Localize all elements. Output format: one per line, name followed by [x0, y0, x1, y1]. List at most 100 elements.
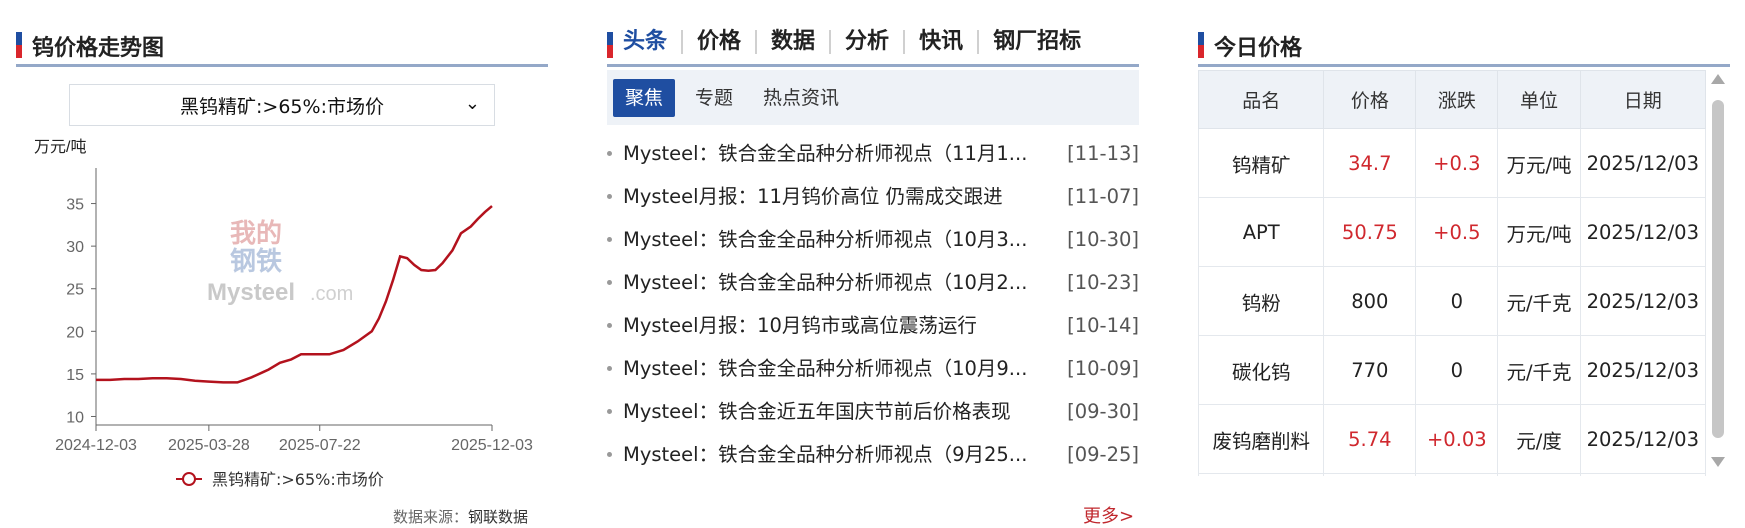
news-date: [09-25]	[1067, 443, 1139, 466]
cell-name[interactable]: 钨粉	[1198, 266, 1325, 336]
cell-unit: 元/度	[1497, 404, 1581, 474]
news-title-link[interactable]: Mysteel：铁合金全品种分析师视点（10月9...	[623, 347, 1028, 390]
y-tick-label: 35	[66, 197, 84, 214]
cell-change: +0.5	[1415, 197, 1499, 267]
y-tick-label: 30	[66, 239, 84, 256]
y-axis-unit: 万元/吨	[34, 138, 86, 156]
watermark-text: 我的	[230, 218, 282, 249]
empty-cell	[1579, 473, 1706, 476]
news-date: [10-23]	[1067, 271, 1139, 294]
news-date: [10-30]	[1067, 228, 1139, 251]
scroll-down-arrow-icon[interactable]	[1711, 457, 1725, 467]
tab-1[interactable]: 价格	[681, 30, 755, 54]
list-item: Mysteel月报：11月钨价高位 仍需成交跟进 [11-07]	[607, 175, 1139, 218]
price-trend-chart: 万元/吨我的钢铁Mysteel .com 10 15 20 25 30 35 2024-12-0…	[34, 138, 533, 489]
table-scrollbar[interactable]	[1708, 70, 1728, 476]
news-date: [11-07]	[1067, 185, 1139, 208]
tab-3[interactable]: 分析	[829, 30, 903, 54]
news-title-link[interactable]: Mysteel：铁合金全品种分析师视点（10月2...	[623, 261, 1028, 304]
y-tick-label: 25	[66, 282, 84, 299]
section-accent-bar	[607, 32, 613, 58]
news-title-link[interactable]: Mysteel：铁合金全品种分析师视点（11月1...	[623, 132, 1028, 175]
subtab-hot-news[interactable]: 热点资讯	[763, 79, 839, 117]
cell-date: 2025/12/03	[1579, 266, 1706, 336]
cell-name[interactable]: APT	[1198, 197, 1325, 267]
tab-4[interactable]: 快讯	[903, 30, 977, 54]
table-row: 钨精矿 34.7 +0.3 万元/吨 2025/12/03	[1198, 128, 1706, 198]
product-select[interactable]: 黑钨精矿:>65%:市场价 ⌄	[69, 84, 495, 126]
list-item: Mysteel：铁合金全品种分析师视点（9月25... [09-25]	[607, 433, 1139, 476]
cell-unit: 元/千克	[1497, 266, 1581, 336]
product-select-value: 黑钨精矿:>65%:市场价	[180, 95, 384, 118]
bullet-icon	[607, 323, 612, 328]
watermark-logo: Mysteel	[207, 279, 295, 306]
bullet-icon	[607, 237, 612, 242]
news-title-link[interactable]: Mysteel：铁合金全品种分析师视点（9月25...	[623, 433, 1028, 476]
empty-cell	[1415, 473, 1499, 476]
empty-cell	[1198, 473, 1325, 476]
data-source: 数据来源：钢联数据	[393, 506, 528, 527]
scroll-thumb[interactable]	[1712, 100, 1724, 438]
table-row: 碳化钨 770 0 元/千克 2025/12/03	[1198, 335, 1706, 405]
bullet-icon	[607, 409, 612, 414]
prices-title: 今日价格	[1214, 36, 1303, 61]
table-row	[1198, 473, 1706, 476]
table-row: APT 50.75 +0.5 万元/吨 2025/12/03	[1198, 197, 1706, 267]
column-header: 涨跌	[1415, 70, 1499, 129]
empty-cell	[1497, 473, 1581, 476]
column-header: 品名	[1198, 70, 1325, 129]
cell-change: +0.3	[1415, 128, 1499, 198]
column-header: 价格	[1323, 70, 1417, 129]
news-title-link[interactable]: Mysteel：铁合金全品种分析师视点（10月3...	[623, 218, 1028, 261]
watermark-logo: .com	[310, 283, 353, 305]
list-item: Mysteel：铁合金全品种分析师视点（11月1... [11-13]	[607, 132, 1139, 175]
cell-change: +0.03	[1415, 404, 1499, 474]
cell-date: 2025/12/03	[1579, 128, 1706, 198]
bullet-icon	[607, 452, 612, 457]
subtab-focus[interactable]: 聚焦	[613, 79, 676, 117]
legend-label: 黑钨精矿:>65%:市场价	[212, 470, 384, 489]
section-accent-bar	[1198, 32, 1204, 58]
news-title-link[interactable]: Mysteel：铁合金近五年国庆节前后价格表现	[623, 390, 1028, 433]
cell-name[interactable]: 钨精矿	[1198, 128, 1325, 198]
bullet-icon	[607, 151, 612, 156]
news-title-link[interactable]: Mysteel月报：11月钨价高位 仍需成交跟进	[623, 175, 1028, 218]
bullet-icon	[607, 366, 612, 371]
tab-5[interactable]: 钢厂招标	[977, 30, 1095, 54]
cell-unit: 万元/吨	[1497, 128, 1581, 198]
bullet-icon	[607, 194, 612, 199]
more-link[interactable]: 更多>	[1083, 502, 1134, 528]
tab-2[interactable]: 数据	[755, 30, 829, 54]
x-tick-label: 2025-03-28	[168, 437, 250, 454]
cell-unit: 元/千克	[1497, 335, 1581, 405]
price-table-container: 品名 价格 涨跌 单位 日期 钨精矿 34.7 +0.3 万元/吨 2025/12/03 APT 5…	[1198, 70, 1706, 476]
list-item: Mysteel：铁合金全品种分析师视点（10月2... [10-23]	[607, 261, 1139, 304]
column-header: 日期	[1579, 70, 1706, 129]
news-list: Mysteel：铁合金全品种分析师视点（11月1... [11-13] Mystee…	[607, 132, 1139, 476]
cell-name[interactable]: 废钨磨削料	[1198, 404, 1325, 474]
section-accent-bar	[16, 32, 22, 58]
table-row: 钨粉 800 0 元/千克 2025/12/03	[1198, 266, 1706, 336]
tab-0[interactable]: 头条	[623, 30, 681, 54]
list-item: Mysteel：铁合金全品种分析师视点（10月9... [10-09]	[607, 347, 1139, 390]
trend-section-header: 钨价格走势图	[16, 24, 548, 67]
data-source-value: 钢联数据	[468, 508, 529, 526]
subtab-topics[interactable]: 专题	[695, 79, 733, 117]
x-tick-label: 2025-12-03	[451, 437, 533, 454]
y-tick-label: 20	[66, 324, 84, 341]
cell-change: 0	[1415, 266, 1499, 336]
news-title-link[interactable]: Mysteel月报：10月钨市或高位震荡运行	[623, 304, 1028, 347]
cell-change: 0	[1415, 335, 1499, 405]
bullet-icon	[607, 280, 612, 285]
list-item: Mysteel：铁合金近五年国庆节前后价格表现 [09-30]	[607, 390, 1139, 433]
news-date: [09-30]	[1067, 400, 1139, 423]
cell-price: 770	[1323, 335, 1417, 405]
cell-date: 2025/12/03	[1579, 335, 1706, 405]
list-item: Mysteel：铁合金全品种分析师视点（10月3... [10-30]	[607, 218, 1139, 261]
y-tick-label: 10	[66, 409, 84, 426]
news-date: [10-09]	[1067, 357, 1139, 380]
cell-name[interactable]: 碳化钨	[1198, 335, 1325, 405]
price-table: 品名 价格 涨跌 单位 日期 钨精矿 34.7 +0.3 万元/吨 2025/12/03 APT 5…	[1198, 70, 1706, 476]
news-subtabs: 聚焦 专题 热点资讯	[607, 70, 1139, 125]
scroll-up-arrow-icon[interactable]	[1711, 74, 1725, 84]
